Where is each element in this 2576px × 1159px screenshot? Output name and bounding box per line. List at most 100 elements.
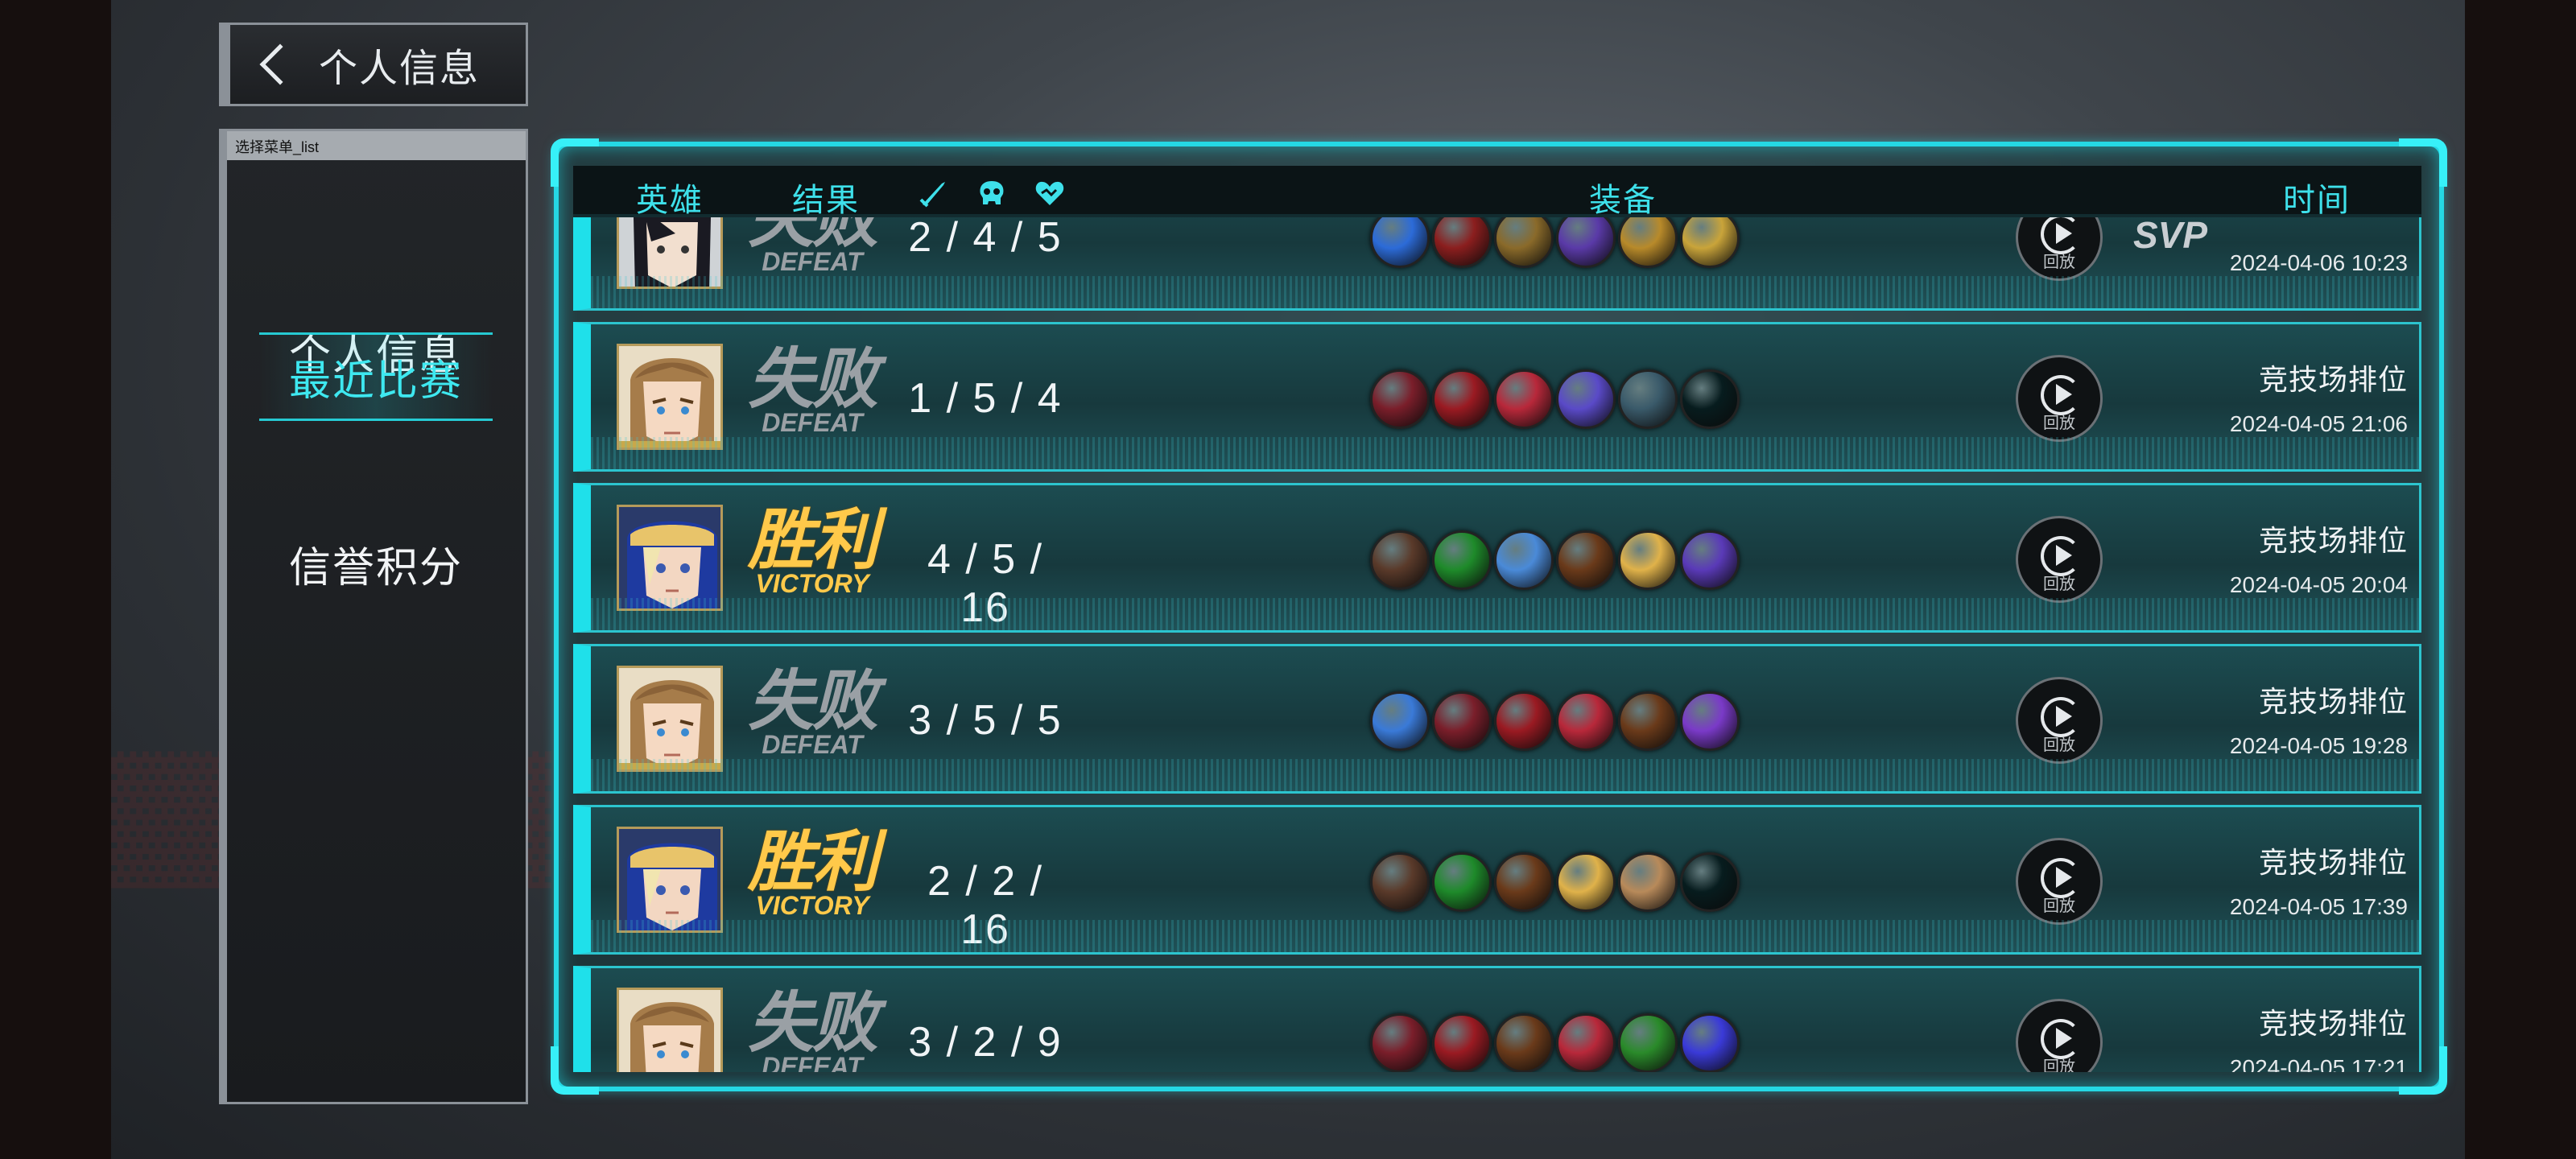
svp-badge: SVP	[2133, 217, 2208, 256]
match-result: 失败 DEFEAT	[744, 987, 881, 1073]
match-result: 胜利 VICTORY	[744, 826, 881, 920]
equipment-item-icon	[1370, 369, 1430, 429]
kda-score: 3 / 2 / 9	[908, 1019, 1063, 1066]
letterbox-left	[0, 0, 111, 1159]
replay-button[interactable]: 回放	[2016, 999, 2103, 1072]
equipment-item-icon	[1680, 691, 1740, 751]
equipment-item-icon	[1680, 530, 1740, 590]
match-list[interactable]: 失败 DEFEAT 2 / 4 / 5 回放 SVP 2024-04-06 10:23 失败…	[573, 217, 2421, 1072]
match-row[interactable]: 失败 DEFEAT 3 / 2 / 9 回放 竞技场排位 2024-04-05 17:21	[573, 966, 2421, 1072]
equipment-item-icon	[1370, 1013, 1430, 1072]
equipment-item-icon	[1432, 852, 1492, 912]
play-icon	[2056, 706, 2072, 727]
hero-avatar	[617, 505, 723, 611]
play-icon	[2056, 384, 2072, 405]
result-en: VICTORY	[755, 891, 869, 920]
equipment-item-icon	[1494, 369, 1554, 429]
match-time: 2024-04-05 17:21	[2229, 1055, 2408, 1072]
match-time: 2024-04-05 21:06	[2229, 411, 2408, 436]
match-list-header: 英雄 结果 装备 时间	[573, 166, 2421, 218]
result-cn: 失败	[748, 665, 878, 738]
equipment-item-icon	[1370, 852, 1430, 912]
result-en: DEFEAT	[762, 247, 863, 276]
back-button-label: 个人信息	[319, 47, 481, 90]
equipment-item-icon	[1494, 1013, 1554, 1072]
equipment-item-icon	[1494, 691, 1554, 751]
replay-button[interactable]: 回放	[2016, 838, 2103, 925]
equipment-item-icon	[1556, 1013, 1616, 1072]
match-mode: 竞技场排位	[2258, 524, 2408, 557]
match-time: 2024-04-06 10:23	[2229, 250, 2408, 275]
result-en: DEFEAT	[762, 408, 863, 437]
match-row[interactable]: 失败 DEFEAT 1 / 5 / 4 回放 竞技场排位 2024-04-05 21:06	[573, 322, 2421, 472]
equipment-item-icon	[1432, 217, 1492, 268]
result-cn: 胜利	[748, 504, 878, 577]
replay-button[interactable]: 回放	[2016, 355, 2103, 442]
equipment-item-icon	[1618, 217, 1678, 268]
kda-score: 3 / 5 / 5	[908, 697, 1063, 744]
result-cn: 失败	[748, 987, 878, 1060]
equipment-item-icon	[1370, 530, 1430, 590]
equipment-item-icon	[1680, 852, 1740, 912]
equipment-item-icon	[1494, 217, 1554, 268]
header-result: 结果	[792, 183, 860, 218]
equipment-item-icon	[1618, 1013, 1678, 1072]
match-time: 2024-04-05 19:28	[2229, 733, 2408, 758]
replay-label: 回放	[2043, 575, 2075, 593]
match-result: 失败 DEFEAT	[744, 343, 881, 437]
replay-label: 回放	[2043, 736, 2075, 754]
play-icon	[2056, 1028, 2072, 1049]
result-en: VICTORY	[755, 569, 869, 598]
match-mode: 竞技场排位	[2258, 846, 2408, 879]
match-mode: 竞技场排位	[2258, 363, 2408, 396]
replay-label: 回放	[2043, 415, 2075, 432]
equipment-item-icon	[1680, 369, 1740, 429]
equipment-item-icon	[1494, 852, 1554, 912]
match-row[interactable]: 失败 DEFEAT 3 / 5 / 5 回放 竞技场排位 2024-04-05 19:28	[573, 644, 2421, 794]
equipment-item-icon	[1432, 530, 1492, 590]
replay-label: 回放	[2043, 1058, 2075, 1072]
play-icon	[2056, 867, 2072, 888]
equipment-item-icon	[1432, 1013, 1492, 1072]
replay-button[interactable]: 回放	[2016, 217, 2103, 281]
replay-button[interactable]: 回放	[2016, 516, 2103, 603]
header-equipment: 装备	[1589, 183, 1657, 218]
equipment-item-icon	[1618, 691, 1678, 751]
match-time: 2024-04-05 20:04	[2229, 572, 2408, 597]
handshake-heart-icon	[1035, 181, 1064, 205]
replay-button[interactable]: 回放	[2016, 677, 2103, 764]
hero-avatar	[617, 217, 723, 289]
skull-icon	[980, 181, 1004, 204]
match-row[interactable]: 胜利 VICTORY 4 / 5 / 16 回放 竞技场排位 2024-04-05 20:…	[573, 483, 2421, 633]
match-result: 胜利 VICTORY	[744, 504, 881, 598]
play-icon	[2056, 545, 2072, 566]
equipment-item-icon	[1556, 852, 1616, 912]
side-menu: 选择菜单_list 个人信息 最近比赛 信誉积分	[219, 129, 528, 1104]
match-mode: 竞技场排位	[2258, 685, 2408, 718]
match-row[interactable]: 失败 DEFEAT 2 / 4 / 5 回放 SVP 2024-04-06 10:23	[573, 217, 2421, 311]
result-en: DEFEAT	[762, 730, 863, 759]
equipment-item-icon	[1432, 369, 1492, 429]
menu-item-reputation[interactable]: 信誉积分	[259, 519, 493, 608]
play-icon	[2056, 223, 2072, 244]
hero-avatar	[617, 827, 723, 933]
replay-label: 回放	[2043, 254, 2075, 271]
equipment-item-icon	[1618, 530, 1678, 590]
result-en: DEFEAT	[762, 1052, 863, 1072]
kda-score: 2 / 2 / 16	[927, 858, 1044, 953]
match-mode: 竞技场排位	[2258, 1007, 2408, 1040]
result-cn: 胜利	[748, 826, 878, 899]
equipment-item-icon	[1432, 691, 1492, 751]
letterbox-right	[2465, 0, 2576, 1159]
equipment-item-icon	[1370, 691, 1430, 751]
back-button[interactable]: 个人信息	[219, 23, 528, 106]
match-time: 2024-04-05 17:39	[2229, 894, 2408, 919]
menu-item-recent-matches[interactable]: 最近比赛	[259, 332, 493, 421]
result-cn: 失败	[748, 343, 878, 416]
kda-score: 4 / 5 / 16	[927, 536, 1044, 631]
menu-caption: 选择菜单_list	[227, 131, 526, 160]
match-row[interactable]: 胜利 VICTORY 2 / 2 / 16 回放 竞技场排位 2024-04-05 17:…	[573, 805, 2421, 955]
equipment-item-icon	[1556, 217, 1616, 268]
equipment-item-icon	[1494, 530, 1554, 590]
header-time: 时间	[2283, 183, 2351, 218]
